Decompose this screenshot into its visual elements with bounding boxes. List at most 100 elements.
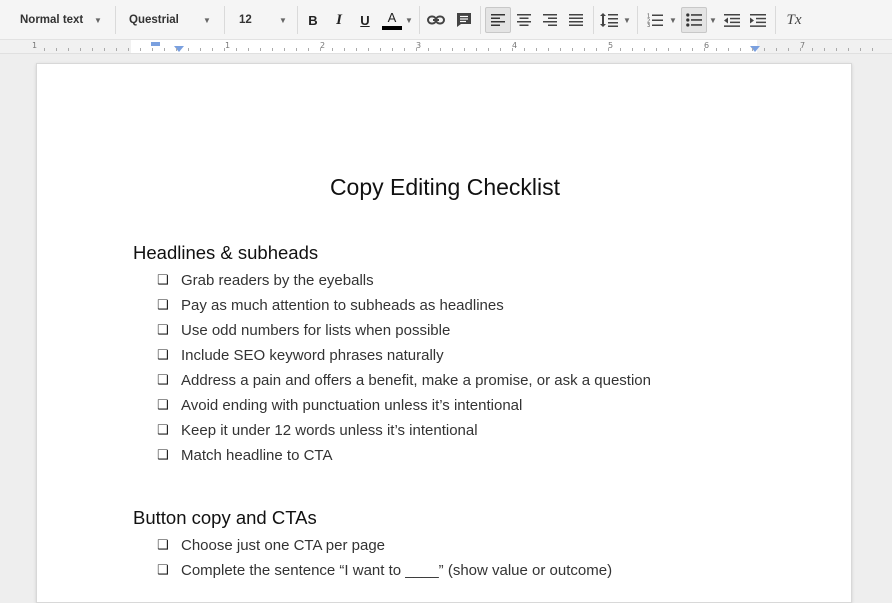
document-page[interactable]: Copy Editing Checklist Headlines & subhe…: [36, 63, 852, 603]
ruler-tick: [128, 48, 129, 51]
checklist-item[interactable]: ❑ Grab readers by the eyeballs: [157, 270, 374, 290]
checklist-item[interactable]: ❑ Pay as much attention to subheads as h…: [157, 295, 504, 315]
checklist-item[interactable]: ❑ Address a pain and offers a benefit, m…: [157, 370, 651, 390]
ruler-tick: [284, 48, 285, 51]
checklist-item[interactable]: ❑ Keep it under 12 words unless it’s int…: [157, 420, 478, 440]
ruler-number: 1: [225, 41, 231, 50]
first-line-indent-marker[interactable]: [151, 42, 160, 46]
decrease-indent-button[interactable]: [721, 7, 743, 33]
checklist-item-text: Grab readers by the eyeballs: [181, 271, 374, 289]
text-color-swatch: [382, 25, 402, 30]
ruler-tick: [140, 48, 141, 51]
align-right-icon: [543, 14, 557, 26]
checklist-item[interactable]: ❑ Complete the sentence “I want to ____”…: [157, 560, 612, 580]
checklist-item[interactable]: ❑ Use odd numbers for lists when possibl…: [157, 320, 450, 340]
ruler-tick: [548, 48, 549, 51]
text-color-button[interactable]: A: [380, 7, 404, 33]
horizontal-ruler[interactable]: 1 1 2 3 4 5 6 7: [0, 40, 892, 54]
checkbox-icon[interactable]: ❑: [157, 323, 181, 338]
ruler-tick: [452, 48, 453, 51]
increase-indent-button[interactable]: [747, 7, 769, 33]
ruler-tick: [236, 48, 237, 51]
ruler-tick: [392, 48, 393, 51]
checklist-item-text: Keep it under 12 words unless it’s inten…: [181, 421, 478, 439]
toolbar-divider: [297, 6, 298, 34]
checkbox-icon[interactable]: ❑: [157, 348, 181, 363]
align-center-icon: [517, 14, 531, 26]
ruler-tick: [656, 48, 657, 51]
align-left-button[interactable]: [485, 7, 511, 33]
ruler-tick: [800, 48, 801, 51]
align-left-icon: [491, 14, 505, 26]
ruler-tick: [56, 48, 57, 51]
checklist-item[interactable]: ❑ Include SEO keyword phrases naturally: [157, 345, 444, 365]
checkbox-icon[interactable]: ❑: [157, 398, 181, 413]
checkbox-icon[interactable]: ❑: [157, 423, 181, 438]
checkbox-icon[interactable]: ❑: [157, 538, 181, 553]
ruler-tick: [632, 48, 633, 51]
justify-button[interactable]: [564, 7, 588, 33]
ruler-tick: [260, 48, 261, 51]
checkbox-icon[interactable]: ❑: [157, 563, 181, 578]
document-title[interactable]: Copy Editing Checklist: [37, 174, 853, 201]
ruler-tick: [404, 48, 405, 51]
checkbox-icon[interactable]: ❑: [157, 448, 181, 463]
checklist-item[interactable]: ❑ Choose just one CTA per page: [157, 535, 385, 555]
section-heading[interactable]: Headlines & subheads: [133, 242, 318, 264]
clear-formatting-button[interactable]: Tx: [782, 7, 806, 33]
checkbox-icon[interactable]: ❑: [157, 273, 181, 288]
ruler-tick: [512, 48, 513, 51]
ruler-tick: [332, 48, 333, 51]
toolbar-divider: [419, 6, 420, 34]
chevron-down-icon: ▼: [203, 15, 211, 25]
ruler-tick: [668, 48, 669, 51]
svg-text:3: 3: [647, 23, 650, 27]
ruler-tick: [572, 48, 573, 51]
ruler-tick: [524, 48, 525, 51]
bold-label: B: [308, 12, 318, 28]
paragraph-style-dropdown[interactable]: Normal text: [8, 7, 108, 33]
ruler-tick: [104, 48, 105, 51]
bulleted-list-button[interactable]: [681, 7, 707, 33]
decrease-indent-icon: [724, 13, 740, 27]
ruler-tick: [776, 48, 777, 51]
ruler-tick: [704, 48, 705, 51]
insert-link-button[interactable]: [425, 7, 447, 33]
chevron-down-icon: ▼: [709, 15, 717, 25]
ruler-tick: [608, 48, 609, 51]
align-right-button[interactable]: [538, 7, 562, 33]
align-center-button[interactable]: [512, 7, 536, 33]
insert-comment-button[interactable]: [453, 7, 475, 33]
text-color-label: A: [387, 9, 397, 25]
paragraph-style-label: Normal text: [20, 14, 84, 26]
ruler-tick: [116, 48, 117, 51]
ruler-tick: [428, 48, 429, 51]
ruler-tick: [764, 48, 765, 51]
ruler-tick: [188, 48, 189, 51]
chevron-down-icon: ▼: [405, 15, 413, 25]
section-heading[interactable]: Button copy and CTAs: [133, 507, 317, 529]
chevron-down-icon: ▼: [669, 15, 677, 25]
bold-button[interactable]: B: [303, 7, 323, 33]
checkbox-icon[interactable]: ❑: [157, 298, 181, 313]
checklist-item[interactable]: ❑ Match headline to CTA: [157, 445, 332, 465]
line-spacing-button[interactable]: [598, 7, 620, 33]
bulleted-list-icon: [686, 13, 702, 27]
ruler-tick: [584, 48, 585, 51]
toolbar-divider: [593, 6, 594, 34]
italic-button[interactable]: I: [329, 7, 349, 33]
ruler-tick: [644, 48, 645, 51]
chevron-down-icon: ▼: [279, 15, 287, 25]
ruler-tick: [68, 48, 69, 51]
underline-button[interactable]: U: [355, 7, 375, 33]
checklist-item[interactable]: ❑ Avoid ending with punctuation unless i…: [157, 395, 522, 415]
numbered-list-button[interactable]: 1 2 3: [644, 7, 666, 33]
italic-label: I: [336, 11, 342, 28]
numbered-list-icon: 1 2 3: [647, 14, 663, 27]
checklist-item-text: Avoid ending with punctuation unless it’…: [181, 396, 523, 414]
ruler-tick: [836, 48, 837, 51]
ruler-tick: [164, 48, 165, 51]
checkbox-icon[interactable]: ❑: [157, 373, 181, 388]
ruler-tick: [344, 48, 345, 51]
ruler-tick: [824, 48, 825, 51]
